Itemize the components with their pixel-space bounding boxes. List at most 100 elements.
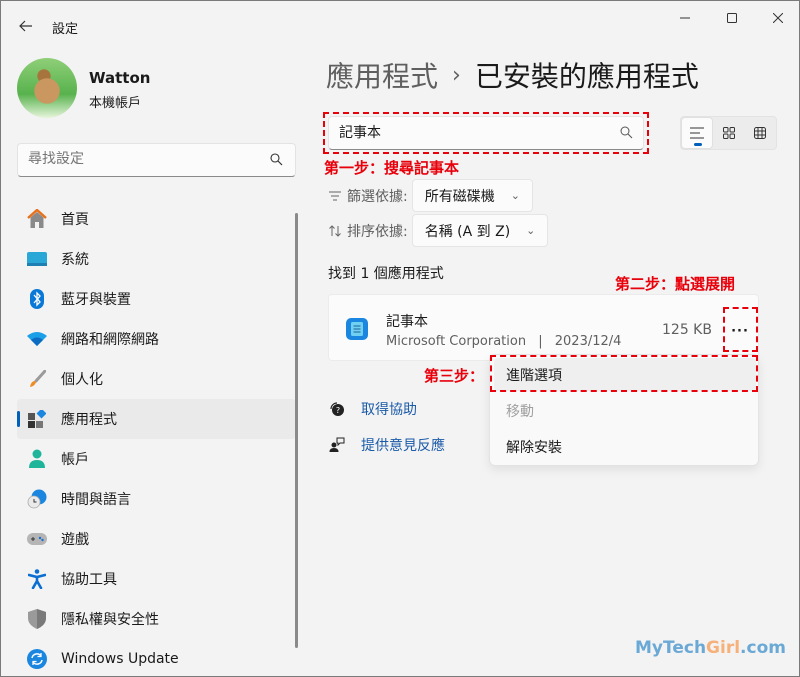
menu-item-move: 移動 xyxy=(506,403,534,420)
sidebar-item-label: 系統 xyxy=(61,252,89,268)
sidebar-item-label: 應用程式 xyxy=(61,412,117,428)
step1-annotation: 第一步：搜尋記事本 xyxy=(324,159,460,177)
filter-value: 所有磁碟機 xyxy=(424,188,495,205)
wifi-icon xyxy=(26,328,48,350)
get-help-label[interactable]: 取得協助 xyxy=(361,399,417,419)
sidebar-item-system[interactable]: 系統 xyxy=(17,239,296,279)
sidebar-item-accounts[interactable]: 帳戶 xyxy=(17,439,296,479)
sidebar-item-label: 協助工具 xyxy=(61,572,117,588)
sidebar-scrollbar[interactable] xyxy=(295,213,298,648)
feedback-link[interactable]: 提供意見反應 xyxy=(328,435,445,455)
grid-view-button[interactable] xyxy=(744,117,776,149)
step2-annotation: 第二步：點選展開 xyxy=(615,275,736,293)
meta-separator: | xyxy=(538,334,543,349)
search-icon xyxy=(270,153,283,166)
filter-row: 篩選依據: 所有磁碟機 ⌄ xyxy=(329,179,533,212)
gamepad-icon xyxy=(26,528,48,550)
sort-row: 排序依據: 名稱 (A 到 Z) ⌄ xyxy=(329,214,549,247)
tile-view-icon xyxy=(722,127,735,139)
app-meta: Microsoft Corporation | 2023/12/4 xyxy=(386,334,621,349)
get-help-link[interactable]: ? 取得協助 xyxy=(328,399,417,419)
minimize-button[interactable] xyxy=(662,5,708,31)
sidebar-item-windows-update[interactable]: Windows Update xyxy=(17,639,296,677)
brush-icon xyxy=(26,368,48,390)
page-title: 已安裝的應用程式 xyxy=(474,60,699,93)
sidebar-item-label: 帳戶 xyxy=(61,452,89,468)
list-view-button[interactable] xyxy=(681,117,713,149)
sidebar-item-label: 遊戲 xyxy=(61,532,89,548)
sort-dropdown[interactable]: 名稱 (A 到 Z) ⌄ xyxy=(411,214,549,247)
avatar[interactable] xyxy=(17,58,77,118)
app-publisher: Microsoft Corporation xyxy=(386,334,527,349)
chevron-down-icon: ⌄ xyxy=(526,224,536,237)
back-button[interactable] xyxy=(13,13,39,39)
step3-annotation: 第三步： xyxy=(424,367,485,385)
settings-window: 設定 Watton 本機帳戶 首頁 系統 xyxy=(0,0,800,677)
sidebar-item-label: 時間與語言 xyxy=(61,492,131,508)
step2-highlight xyxy=(723,307,758,352)
sort-icon xyxy=(329,224,341,237)
app-size: 125 KB xyxy=(662,322,712,338)
sidebar-item-label: 藍牙與裝置 xyxy=(61,292,131,308)
app-install-date: 2023/12/4 xyxy=(554,334,622,349)
watermark-part1: MyTech xyxy=(635,638,707,658)
sidebar-item-network[interactable]: 網路和網際網路 xyxy=(17,319,296,359)
grid-view-icon xyxy=(754,127,767,139)
chevron-down-icon: ⌄ xyxy=(510,189,520,202)
sort-label: 排序依據: xyxy=(347,223,408,240)
filter-dropdown[interactable]: 所有磁碟機 ⌄ xyxy=(411,179,533,212)
feedback-label[interactable]: 提供意見反應 xyxy=(361,435,445,455)
settings-search[interactable] xyxy=(17,143,296,177)
maximize-button[interactable] xyxy=(709,5,755,31)
account-icon xyxy=(26,448,48,470)
watermark-logo: MyTechGirl.com xyxy=(635,638,786,658)
sort-value: 名稱 (A 到 Z) xyxy=(424,223,511,240)
sidebar-item-apps[interactable]: 應用程式 xyxy=(17,399,296,439)
watermark-part3: .com xyxy=(740,638,786,658)
close-button[interactable] xyxy=(755,5,800,31)
view-mode-toggle xyxy=(680,116,777,150)
app-name: 記事本 xyxy=(386,314,428,330)
step1-highlight xyxy=(323,112,649,154)
sidebar-item-label: Windows Update xyxy=(61,651,179,667)
sidebar-item-privacy[interactable]: 隱私權與安全性 xyxy=(17,599,296,639)
back-arrow-icon xyxy=(19,20,32,32)
watermark-part2: Girl xyxy=(706,638,741,658)
maximize-icon xyxy=(727,13,737,23)
app-list-item: 記事本 Microsoft Corporation | 2023/12/4 12… xyxy=(328,294,759,361)
sidebar-item-label: 個人化 xyxy=(61,372,103,388)
breadcrumb: 應用程式 › 已安裝的應用程式 xyxy=(326,55,699,95)
sidebar-item-bluetooth[interactable]: 藍牙與裝置 xyxy=(17,279,296,319)
title-bar: 設定 xyxy=(1,1,799,49)
sidebar-item-accessibility[interactable]: 協助工具 xyxy=(17,559,296,599)
breadcrumb-separator: › xyxy=(452,62,461,88)
settings-search-input[interactable] xyxy=(28,151,258,167)
tile-view-button[interactable] xyxy=(713,117,745,149)
svg-text:?: ? xyxy=(336,406,340,415)
account-type: 本機帳戶 xyxy=(89,96,142,111)
help-icon: ? xyxy=(328,400,346,418)
sidebar-item-label: 首頁 xyxy=(61,212,89,228)
sidebar-item-personalization[interactable]: 個人化 xyxy=(17,359,296,399)
filter-label: 篩選依據: xyxy=(347,188,408,205)
accessibility-icon xyxy=(26,568,48,590)
sidebar-item-label: 網路和網際網路 xyxy=(61,332,159,348)
system-icon xyxy=(26,248,48,270)
sidebar-item-time-language[interactable]: 時間與語言 xyxy=(17,479,296,519)
filter-icon xyxy=(329,191,341,200)
minimize-icon xyxy=(680,17,690,19)
sidebar-item-home[interactable]: 首頁 xyxy=(17,199,296,239)
notepad-icon xyxy=(346,318,368,340)
breadcrumb-parent[interactable]: 應用程式 xyxy=(326,55,438,95)
result-count: 找到 1 個應用程式 xyxy=(328,266,444,282)
app-title: 設定 xyxy=(52,22,79,37)
apps-icon xyxy=(26,408,48,430)
home-icon xyxy=(26,208,48,230)
sidebar-item-gaming[interactable]: 遊戲 xyxy=(17,519,296,559)
user-name: Watton xyxy=(89,69,151,87)
list-view-icon xyxy=(689,127,704,139)
windows-update-icon xyxy=(26,648,48,670)
menu-item-uninstall[interactable]: 解除安裝 xyxy=(494,430,756,463)
close-icon xyxy=(773,13,783,23)
shield-icon xyxy=(26,608,48,630)
